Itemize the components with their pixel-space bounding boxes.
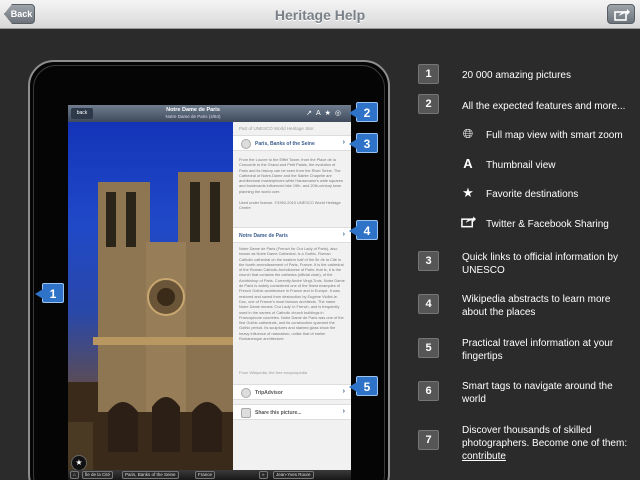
tag-bar: ⌂ Île de la Cité Paris, Banks of the Sei…: [68, 470, 351, 480]
app-toolbar-icons: ↗A★◎: [306, 109, 345, 117]
info-panel: Part of UNESCO World Heritage Site: Pari…: [233, 122, 351, 470]
cathedral-illustration: [68, 172, 233, 470]
app-subtitle: Notre Dame de Paris (4/84): [165, 114, 221, 119]
callout-marker-4: 4: [349, 220, 378, 240]
chevron-right-icon: ›: [342, 408, 345, 415]
sub-feature-favorites: Favorite destinations: [486, 189, 579, 200]
chevron-right-icon: ›: [342, 231, 345, 238]
sub-feature-thumbnail: Thumbnail view: [486, 160, 556, 171]
wikipedia-link-label: Notre Dame de Paris: [239, 233, 288, 239]
app-title: Notre Dame de Paris: [166, 107, 220, 113]
tag-ile-de-la-cite[interactable]: Île de la Cité: [82, 471, 114, 479]
tag-france[interactable]: France: [195, 471, 216, 479]
share-icon: [614, 9, 630, 21]
app-toolbar: back Notre Dame de Paris Notre Dame de P…: [68, 105, 351, 122]
unesco-icon: [241, 139, 251, 149]
thumbnail-icon: A: [463, 156, 473, 171]
tripadvisor-row[interactable]: TripAdvisor ›: [233, 384, 351, 400]
wikipedia-abstract: Notre Dame de Paris (French for Our Lady…: [239, 246, 345, 342]
thumbnail-icon[interactable]: A: [316, 110, 325, 117]
callout-marker-5: 5: [349, 376, 378, 396]
favorite-star-button[interactable]: ★: [71, 455, 87, 471]
callout-marker-1: 1: [35, 283, 64, 303]
feature-text-2: All the expected features and more...: [462, 101, 626, 112]
share-icon: [460, 215, 476, 231]
globe-icon: 🌐︎: [462, 126, 474, 141]
feature-text-4: Wikipedia abstracts to learn more about …: [462, 294, 611, 318]
feature-text-3: Quick links to official information by U…: [462, 252, 618, 276]
share-picture-row[interactable]: Share this picture... ›: [233, 404, 351, 420]
tripadvisor-icon: [241, 388, 251, 398]
callout-marker-2: 2: [349, 102, 378, 122]
feature-text-5: Practical travel information at your fin…: [462, 338, 614, 362]
feature-number-1: 1: [418, 64, 439, 84]
feature-text-1: 20 000 amazing pictures: [462, 70, 571, 81]
unesco-link-row[interactable]: Paris, Banks of the Seine ›: [233, 135, 351, 151]
star-icon: ★: [462, 185, 474, 200]
feature-number-2: 2: [418, 94, 439, 114]
share-icon: [241, 408, 251, 418]
feature-number-4: 4: [418, 294, 439, 314]
feature-text-7: Discover thousands of skilled photograph…: [462, 424, 634, 463]
chevron-right-icon: ›: [342, 139, 345, 146]
share-picture-label: Share this picture...: [255, 410, 302, 416]
feature-number-6: 6: [418, 381, 439, 401]
tripadvisor-label: TripAdvisor: [255, 390, 283, 396]
home-icon[interactable]: ⌂: [70, 471, 79, 479]
globe-icon[interactable]: ◎: [335, 110, 345, 117]
share-icon[interactable]: ↗: [306, 110, 316, 117]
unesco-heading: Part of UNESCO World Heritage Site:: [239, 126, 315, 131]
feature-number-3: 3: [418, 251, 439, 271]
feature-number-7: 7: [418, 430, 439, 450]
sub-feature-sharing: Twitter & Facebook Sharing: [486, 219, 609, 230]
fast-forward-icon[interactable]: »: [259, 471, 268, 479]
top-nav-bar: Back Heritage Help: [0, 0, 640, 29]
feature-text-7-body: Discover thousands of skilled photograph…: [462, 425, 628, 449]
star-icon[interactable]: ★: [325, 110, 335, 117]
unesco-license: Used under license. ©1992-2010 UNESCO Wo…: [239, 200, 341, 211]
app-back-button[interactable]: back: [71, 108, 93, 119]
unesco-description: From the Louvre to the Eiffel Tower, fro…: [239, 157, 343, 194]
sub-feature-map: Full map view with smart zoom: [486, 130, 623, 141]
cathedral-photo[interactable]: ★: [68, 122, 233, 471]
page-title: Heritage Help: [274, 7, 366, 23]
wikipedia-link-row[interactable]: Notre Dame de Paris ›: [233, 227, 351, 243]
share-button[interactable]: [607, 4, 635, 24]
tag-paris-banks[interactable]: Paris, Banks of the Seine: [122, 471, 179, 479]
chevron-right-icon: ›: [342, 388, 345, 395]
wikipedia-source: From Wikipedia, the free encyclopedia: [239, 370, 308, 375]
unesco-link-label: Paris, Banks of the Seine: [255, 141, 315, 147]
feature-text-6: Smart tags to navigate around the world: [462, 381, 613, 405]
photographer-tag[interactable]: Jean-Yves Roure: [273, 471, 314, 479]
contribute-link[interactable]: contribute: [462, 451, 506, 462]
feature-number-5: 5: [418, 338, 439, 358]
app-screen: back Notre Dame de Paris Notre Dame de P…: [68, 105, 351, 480]
callout-marker-3: 3: [349, 133, 378, 153]
